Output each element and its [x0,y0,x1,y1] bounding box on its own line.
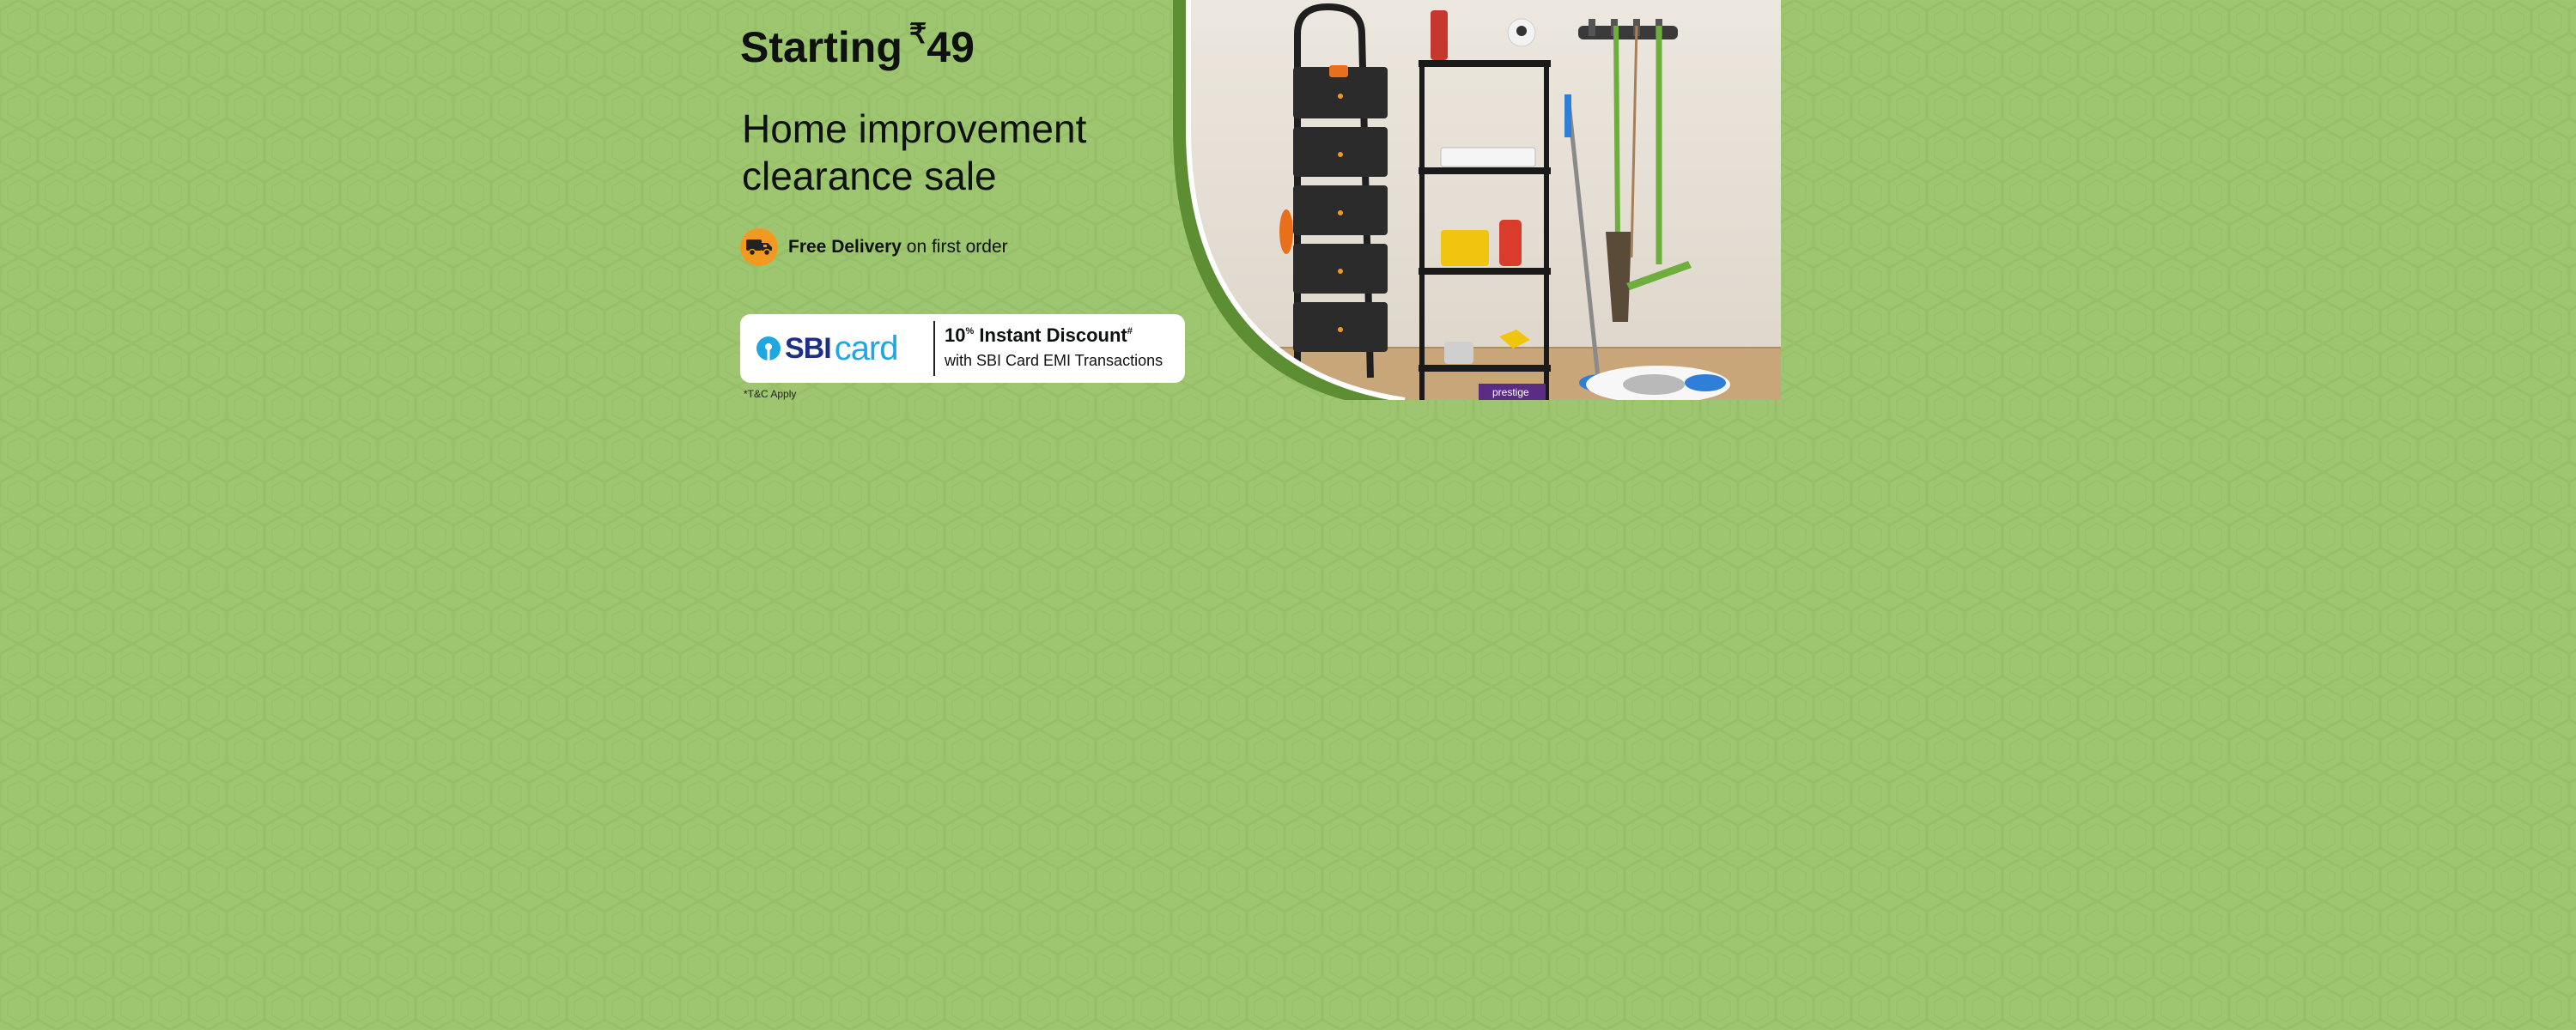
starting-price[interactable]: Starting ₹49 [740,18,975,71]
headline-line-1: Home improvement [742,106,1087,151]
delivery-text: Free Delivery on first order [788,237,1008,258]
sbi-card-word: card [834,330,899,367]
sbi-wordmark: SBI [785,332,832,365]
prestige-box: prestige [1479,384,1546,400]
delivery-rest: on first order [906,237,1008,257]
terms-note: *T&C Apply [744,388,797,400]
rupee-symbol: ₹ [908,18,927,49]
sbi-card-logo: SBI card [756,330,899,367]
discount-percent: % [965,326,975,336]
headline[interactable]: Home improvement clearance sale [742,106,1188,200]
discount-subtext: with SBI Card EMI Transactions [945,352,1163,369]
price-value: 49 [927,23,975,71]
discount-value: 10 [945,324,966,346]
prestige-label: prestige [1492,386,1529,398]
delivery-bold: Free Delivery [788,237,902,257]
discount-headline: 10% Instant Discount# [945,324,1133,347]
discount-label: Instant Discount [979,324,1127,346]
headline-line-2: clearance sale [742,154,997,198]
product-photo[interactable]: prestige [1173,0,1781,400]
discount-hash: # [1127,326,1133,336]
sbi-keyhole-icon [756,336,781,361]
offer-divider [933,321,935,376]
free-delivery-badge[interactable]: Free Delivery on first order [740,227,1008,268]
sbi-offer-card[interactable]: SBI card 10% Instant Discount# with SBI … [740,314,1185,383]
delivery-truck-icon [740,228,778,266]
starting-label: Starting [740,23,902,71]
